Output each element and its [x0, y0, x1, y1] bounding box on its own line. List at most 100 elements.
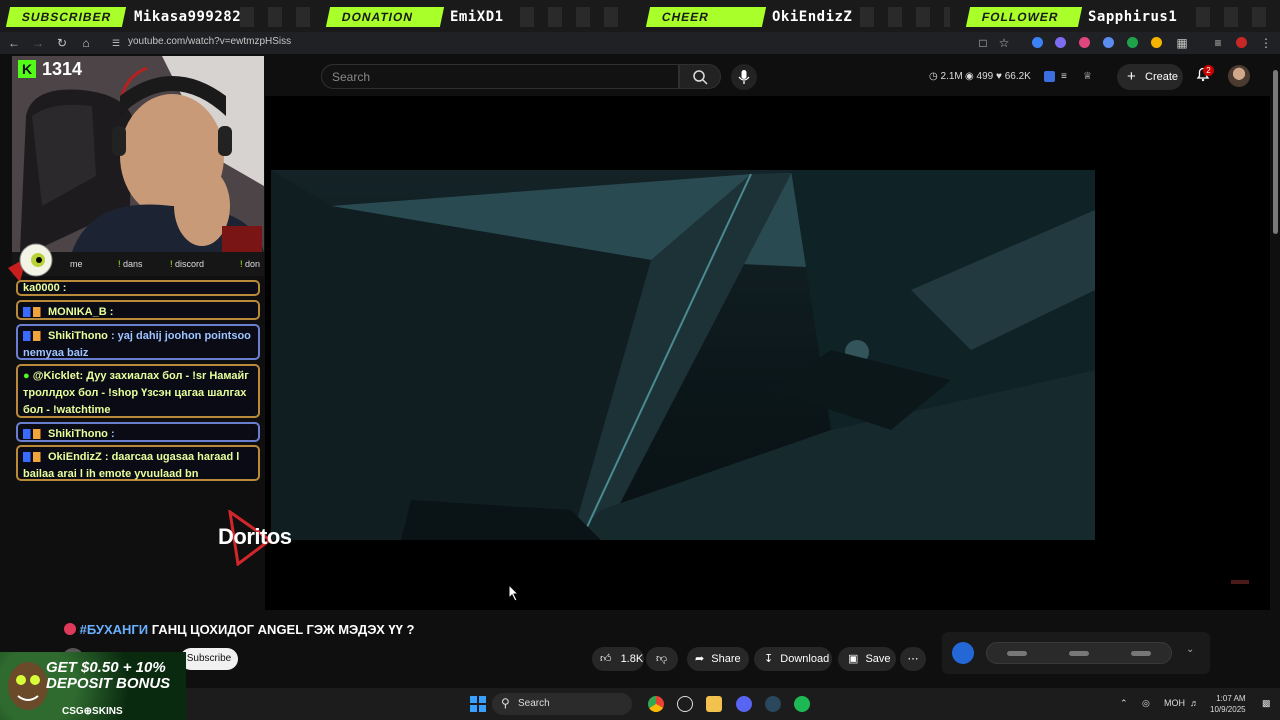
kick-logo-icon: K	[18, 60, 36, 78]
tray-chevron-icon[interactable]: ⌃	[1120, 698, 1128, 709]
share-button[interactable]: ➦ Share	[687, 647, 749, 671]
plus-icon: +	[1127, 68, 1136, 85]
reload-icon[interactable]: ↻	[54, 35, 70, 51]
mic-tray-icon[interactable]: ◎	[1142, 698, 1150, 709]
search-icon: ⚲	[501, 696, 510, 710]
browser-menu-icon[interactable]: ⋮	[1258, 35, 1274, 51]
alert-track	[240, 7, 310, 27]
taskbar-search[interactable]: ⚲ Search	[492, 693, 632, 715]
page-scrollbar[interactable]	[1270, 56, 1280, 688]
windows-start-icon[interactable]	[470, 696, 486, 712]
alert-name-follower: Sapphirus1	[1088, 9, 1178, 25]
likes-count: 66.2K	[1004, 71, 1031, 82]
back-icon[interactable]: ←	[6, 35, 22, 51]
browser-toolbar: ← → ↻ ⌂ ☰ youtube.com/watch?v=ewtmzpHSis…	[0, 32, 1280, 54]
more-actions-button[interactable]: ⋯	[900, 647, 926, 671]
trophy-icon[interactable]: ♕	[1083, 71, 1092, 82]
address-bar[interactable]: youtube.com/watch?v=ewtmzpHSiss	[128, 36, 291, 47]
title-hashtag[interactable]: #БУХАНГИ	[80, 622, 149, 637]
extension-badge-icon[interactable]	[1044, 71, 1055, 82]
search-icon	[693, 70, 708, 85]
share-arrow-icon: ➦	[695, 653, 705, 665]
like-button[interactable]: 👍︎ 1.8K	[592, 647, 644, 671]
extension-icon[interactable]	[1055, 37, 1066, 48]
system-clock[interactable]: 1:07 AM 10/9/2025	[1210, 693, 1246, 715]
save-button[interactable]: ▣ Save	[838, 647, 896, 671]
option-pill[interactable]	[1007, 651, 1027, 656]
views-count: 2.1M	[940, 71, 963, 82]
bookmark-icon: ▣	[848, 653, 859, 665]
extension-icon[interactable]	[1032, 37, 1043, 48]
option-pill[interactable]	[1069, 651, 1089, 656]
account-avatar[interactable]	[1228, 65, 1250, 87]
chat-badge-icon	[23, 429, 45, 440]
extension-panel: ⌄	[942, 632, 1210, 674]
download-button[interactable]: ↧ Download	[754, 647, 832, 671]
input-language[interactable]: МОН	[1164, 698, 1185, 708]
chat-commands-bar: me ! dans ! discord ! don	[8, 243, 264, 282]
video-player[interactable]	[265, 96, 1270, 610]
alert-track	[1196, 7, 1272, 27]
dislike-button[interactable]: 👎︎	[646, 647, 678, 671]
youtube-masthead: Search ◷ 2.1M ◉ 499 ♥ 66.2K ≡ ♕ + Create …	[265, 56, 1270, 96]
download-icon: ↧	[764, 653, 774, 665]
video-frame	[271, 170, 1095, 540]
notification-count-badge: 2	[1203, 65, 1214, 76]
command-don: ! don	[240, 259, 261, 269]
app-icon[interactable]	[677, 696, 693, 712]
notification-center-icon[interactable]: ▩	[1262, 698, 1271, 709]
volume-icon[interactable]: ♬	[1190, 698, 1199, 708]
chat-message: MONIKA_B :	[16, 300, 260, 320]
scrollbar-thumb[interactable]	[1273, 70, 1278, 234]
alert-track	[860, 7, 950, 27]
search-placeholder: Search	[332, 70, 371, 84]
home-icon[interactable]: ⌂	[78, 35, 94, 51]
windows-taskbar: ⚲ Search ⌃ ◎ МОН ♬ 1:07 AM 10/9/2025 ▩	[186, 688, 1280, 720]
profile-avatar[interactable]	[1236, 37, 1247, 48]
kicklet-icon: ●	[23, 370, 30, 382]
clock-date: 10/9/2025	[1210, 705, 1246, 714]
chevron-down-icon[interactable]: ⌄	[1186, 644, 1194, 655]
extension-icon[interactable]	[1103, 37, 1114, 48]
steam-icon[interactable]	[765, 696, 781, 712]
file-explorer-icon[interactable]	[706, 696, 722, 712]
extensions-puzzle-icon[interactable]: ▦	[1174, 35, 1190, 51]
search-input[interactable]: Search	[321, 64, 679, 89]
option-pill[interactable]	[1131, 651, 1151, 656]
alert-name-cheer: OkiEndizZ	[772, 9, 853, 25]
voice-search-button[interactable]	[731, 64, 757, 90]
discord-icon[interactable]	[736, 696, 752, 712]
alert-type-follower: FOLLOWER	[965, 7, 1083, 27]
chat-username: MONIKA_B	[48, 306, 107, 318]
chrome-icon[interactable]	[648, 696, 664, 712]
subscribe-button[interactable]: Subscribe	[180, 648, 238, 670]
command-dans-label: dans	[123, 259, 143, 269]
chat-badge-icon	[23, 307, 45, 318]
install-icon[interactable]: □	[975, 35, 991, 51]
create-button[interactable]: + Create	[1117, 64, 1183, 90]
sponsor-ad-banner: GET $0.50 + 10% DEPOSIT BONUS CSG⊕SKINS	[0, 652, 186, 720]
extension-logo-icon[interactable]	[952, 642, 974, 664]
extension-icon[interactable]	[1079, 37, 1090, 48]
extension-icon[interactable]	[1151, 37, 1162, 48]
spotify-icon[interactable]	[794, 696, 810, 712]
mic-icon	[738, 70, 750, 84]
chat-badge-icon	[23, 331, 45, 342]
views-stat: ◷ 2.1M	[929, 71, 963, 82]
command-me: me	[70, 259, 83, 269]
search-button[interactable]	[679, 64, 721, 89]
watching-stat: ◉ 499	[965, 71, 994, 82]
command-discord-label: discord	[175, 259, 205, 269]
extension-options-bar[interactable]	[986, 642, 1172, 664]
site-info-icon[interactable]: ☰	[108, 35, 124, 51]
chat-username: ShikiThono	[48, 428, 108, 440]
forward-icon[interactable]: →	[30, 35, 46, 51]
menu-lines-icon[interactable]: ≡	[1061, 71, 1067, 82]
points-value: 1314	[42, 59, 83, 79]
bookmark-star-icon[interactable]: ☆	[996, 35, 1012, 51]
chat-message: OkiEndizZ : daarcaa ugasaa haraad l bail…	[16, 445, 260, 481]
chat-message: ShikiThono : yaj dahij joohon pointsoo n…	[16, 324, 260, 360]
command-dans: ! dans	[118, 259, 143, 269]
reading-list-icon[interactable]: ≡	[1210, 35, 1226, 51]
extension-icon[interactable]	[1127, 37, 1138, 48]
